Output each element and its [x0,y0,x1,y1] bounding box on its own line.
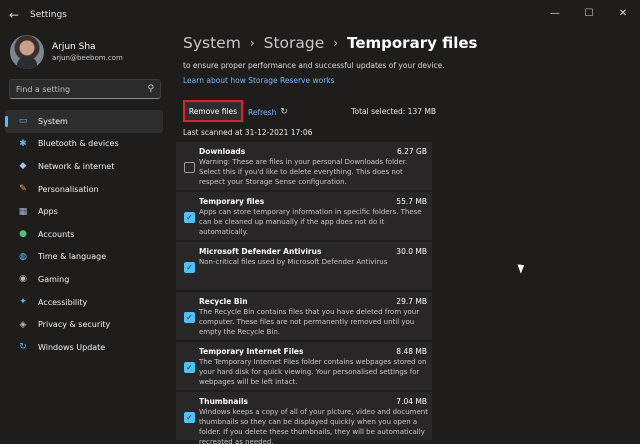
last-scanned: Last scanned at 31-12-2021 17:06 [183,128,313,137]
file-category-description: Windows keeps a copy of all of your pict… [199,408,428,444]
sidebar-item-label: Personalisation [38,184,99,194]
sidebar-item-apps[interactable]: ▦ Apps [5,200,163,223]
sidebar-item-label: Accounts [38,229,75,239]
search-icon[interactable]: ⚲ [142,84,160,94]
file-category-name: Microsoft Defender Antivirus [199,247,322,256]
system-icon: ▭ [18,116,28,127]
file-category-name: Downloads [199,147,246,156]
main-content: System › Storage › Temporary files to en… [170,30,640,444]
list-item: ✓ Recycle Bin 29.7 MB The Recycle Bin conta… [176,292,432,340]
shield-icon: ◈ [19,319,27,330]
user-profile[interactable]: Arjun Sha arjun@beebom.com [10,35,123,69]
chevron-right-icon: › [333,36,339,50]
sidebar-item-label: Network & internet [38,161,115,171]
sidebar-item-label: Windows Update [38,342,106,352]
sidebar-item-time-language[interactable]: ◍ Time & language [5,246,163,269]
apps-icon: ▦ [18,206,28,217]
file-category-description: The Temporary Internet Files folder cont… [199,358,427,386]
sidebar-item-label: Bluetooth & devices [38,139,119,149]
globe-icon: ◍ [19,251,27,262]
sidebar-item-accounts[interactable]: ● Accounts [5,223,163,246]
file-category-size: 8.48 MB [396,347,427,356]
file-category-name: Temporary Internet Files [199,347,304,356]
file-category-description: Non-critical files used by Microsoft Def… [199,258,388,266]
window-controls: — ☐ ✕ [538,0,640,26]
sidebar-item-label: Time & language [38,252,107,262]
page-title: Temporary files [347,34,478,52]
learn-storage-reserve-link[interactable]: Learn about how Storage Reserve works [183,76,335,85]
brush-icon: ✎ [19,184,27,195]
file-category-name: Temporary files [199,197,265,206]
profile-email: arjun@beebom.com [52,54,123,62]
gaming-icon: ◉ [19,274,27,285]
file-category-size: 7.04 MB [396,397,427,406]
search-input[interactable] [10,80,142,98]
profile-name: Arjun Sha [52,42,96,52]
sidebar-item-windows-update[interactable]: ↻ Windows Update [5,336,163,359]
sidebar-item-bluetooth-devices[interactable]: ✱ Bluetooth & devices [5,133,163,156]
file-category-size: 55.7 MB [396,197,427,206]
total-selected: Total selected: 137 MB [351,107,436,116]
file-category-description: Warning: These are files in your persona… [199,158,408,186]
refresh-label: Refresh [248,107,277,117]
app-title: Settings [30,10,67,20]
list-item: ✓ Temporary Internet Files 8.48 MB The Temp… [176,342,432,390]
sidebar-item-personalisation[interactable]: ✎ Personalisation [5,178,163,201]
file-checkbox[interactable]: ✓ [184,412,195,423]
sidebar-item-gaming[interactable]: ◉ Gaming [5,268,163,291]
list-item: ✓ Microsoft Defender Antivirus 30.0 MB Non-… [176,242,432,290]
file-checkbox[interactable]: ✓ [184,312,195,323]
file-checkbox[interactable]: ✓ [184,262,195,273]
chevron-right-icon: › [249,36,255,50]
file-category-name: Recycle Bin [199,297,248,306]
temporary-files-list: Downloads 6.27 GB Warning: These are files… [176,142,432,444]
update-icon: ↻ [19,342,27,353]
bluetooth-icon: ✱ [19,138,27,149]
accounts-icon: ● [19,229,27,240]
sidebar-item-label: Gaming [38,274,70,284]
breadcrumb-system[interactable]: System [183,34,241,52]
file-category-size: 6.27 GB [396,147,427,156]
file-category-description: The Recycle Bin contains files that you … [199,308,420,336]
sidebar-item-label: System [38,116,68,126]
refresh-button[interactable]: Refresh ↻ [248,107,288,117]
breadcrumb-storage[interactable]: Storage [264,34,325,52]
storage-reserve-description: to ensure proper performance and success… [183,61,445,70]
file-category-description: Apps can store temporary information in … [199,208,422,236]
file-category-size: 30.0 MB [396,247,427,256]
sidebar-item-network-internet[interactable]: ◆ Network & internet [5,155,163,178]
sidebar-item-label: Privacy & security [38,320,111,330]
list-item: ✓ Thumbnails 7.04 MB Windows keeps a copy o… [176,392,432,444]
sidebar: Arjun Sha arjun@beebom.com ⚲ ▭ System ✱ Blu… [0,30,170,444]
file-category-size: 29.7 MB [396,297,427,306]
maximize-button[interactable]: ☐ [572,0,606,26]
minimize-button[interactable]: — [538,0,572,26]
file-category-name: Thumbnails [199,397,248,406]
title-bar: ← Settings — ☐ ✕ [0,0,640,30]
refresh-icon: ↻ [280,107,288,117]
breadcrumb: System › Storage › Temporary files [183,34,477,52]
back-arrow-icon[interactable]: ← [0,8,28,22]
close-button[interactable]: ✕ [606,0,640,26]
sidebar-item-accessibility[interactable]: ✦ Accessibility [5,291,163,314]
sidebar-item-system[interactable]: ▭ System [5,110,163,133]
sidebar-nav: ▭ System ✱ Bluetooth & devices ◆ Network & in… [5,110,163,359]
sidebar-item-privacy-security[interactable]: ◈ Privacy & security [5,313,163,336]
file-checkbox[interactable]: ✓ [184,362,195,373]
network-icon: ◆ [19,161,27,172]
search-box: ⚲ [9,79,161,99]
list-item: ✓ Temporary files 55.7 MB Apps can store te… [176,192,432,240]
sidebar-item-label: Accessibility [38,297,88,307]
accessibility-icon: ✦ [19,297,27,308]
sidebar-item-label: Apps [38,207,58,217]
file-checkbox[interactable]: ✓ [184,212,195,223]
file-checkbox[interactable] [184,162,195,173]
list-item: Downloads 6.27 GB Warning: These are files… [176,142,432,190]
avatar [10,35,44,69]
remove-files-button[interactable]: Remove files [183,100,243,122]
